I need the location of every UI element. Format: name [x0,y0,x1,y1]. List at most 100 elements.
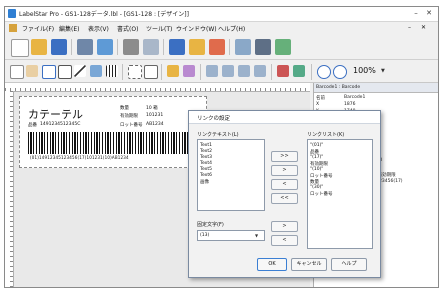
database-icon[interactable] [77,39,93,55]
align-top-icon[interactable] [254,65,266,77]
barcode-text[interactable]: (01)14912345123456(17)101231(10)AB1234 [30,155,129,160]
prop-name: 名前 [316,96,325,101]
minimize-button[interactable]: – [411,8,421,19]
title-bar: LabelStar Pro - GS1-128データ.lbl - [GS1-12… [5,7,438,22]
grid-icon[interactable] [128,65,142,79]
list-item[interactable]: Text4 [200,161,212,166]
align-left-icon[interactable] [206,65,218,77]
bring-front-icon[interactable] [277,65,289,77]
cancel-button[interactable]: キャンセル [291,258,327,271]
paste-icon[interactable] [209,39,225,55]
menu-file[interactable]: ファイル(F) [22,24,54,33]
fixed-text-field[interactable]: (13) ▼ [197,230,265,241]
product-name[interactable]: カテーテル [28,106,83,122]
prop-value[interactable]: Barcode1 [344,95,365,100]
list-item[interactable]: "(01)" [310,143,323,148]
list-item[interactable]: 画像 [200,179,209,185]
dialog-titlebar: リンクの設定 [189,111,380,124]
toolbar-separator [122,64,123,80]
save-icon[interactable] [51,39,67,55]
table-icon[interactable] [144,65,158,79]
menu-help[interactable]: ヘルプ(H) [218,24,245,33]
mdi-minimize-button[interactable]: – [408,24,411,31]
fixed-add-button[interactable]: > [271,221,298,232]
menu-view[interactable]: 表示(V) [88,24,109,33]
open-folder-icon[interactable] [31,39,47,55]
image-tool-icon[interactable] [90,65,102,77]
menu-tools[interactable]: ツール(T) [146,24,172,33]
zoom-dropdown-icon[interactable]: ▼ [381,68,385,74]
rectangle-tool-icon[interactable] [58,65,72,79]
link-list-label: リンクリスト(K) [307,132,345,138]
align-right-icon[interactable] [238,65,250,77]
barcode-tool-icon[interactable] [106,65,118,77]
app-logo-icon [8,9,16,18]
app-window: LabelStar Pro - GS1-128データ.lbl - [GS1-12… [4,6,439,288]
align-center-icon[interactable] [222,65,234,77]
add-all-button[interactable]: >> [271,151,298,162]
group-icon[interactable] [167,65,179,77]
picture-icon[interactable] [275,39,291,55]
qty-value[interactable]: 10 箱 [146,105,158,111]
prop-name: X [316,102,320,107]
copy-icon[interactable] [189,39,205,55]
chevron-down-icon[interactable]: ▼ [255,233,258,238]
cut-icon[interactable] [169,39,185,55]
menu-format[interactable]: 書式(O) [117,24,138,33]
list-item[interactable]: Text3 [200,155,212,160]
toolbar-separator [229,39,230,55]
list-item[interactable]: "(30)" [310,185,323,190]
mdi-close-button[interactable]: ✕ [421,24,426,31]
list-item[interactable]: Text6 [200,173,212,178]
list-item[interactable]: Text1 [200,143,212,148]
lot-label[interactable]: ロット番号 [120,122,143,128]
list-item[interactable]: ロット番号 [310,191,333,197]
close-button[interactable]: ✕ [424,8,434,19]
link-list[interactable]: "(01)" 品番 "(17)" 有効期限 "(10)" ロット番号 数量 "(… [307,139,373,249]
new-file-icon[interactable] [11,39,29,57]
select-pointer-icon[interactable] [10,65,24,79]
text-tool-icon[interactable] [42,65,56,79]
zoom-in-icon[interactable] [317,65,331,79]
ok-button[interactable]: OK [257,258,287,271]
menu-edit[interactable]: 編集(E) [59,24,79,33]
fixed-text-label: 固定文字(F) [197,222,224,228]
expiry-value[interactable]: 101231 [146,113,163,118]
object-selector[interactable]: Barcode1 : Barcode [314,83,438,93]
link-text-list[interactable]: Text1 Text2 Text3 Text4 Text5 Text6 画像 [197,139,265,211]
expiry-label[interactable]: 有効期限 [120,113,138,119]
lot-value[interactable]: AB1234 [146,122,164,127]
horizontal-ruler [5,83,310,92]
barcode-bars[interactable] [28,132,196,154]
label-layout[interactable]: カテーテル 数量 10 箱 有効期限 101231 品番 14912345123… [19,96,207,168]
menu-window[interactable]: ウインドウ(W) [176,24,217,33]
line-tool-icon[interactable] [74,65,86,77]
image-icon[interactable] [235,39,251,55]
remove-all-button[interactable]: << [271,193,298,204]
list-item[interactable]: "(17)" [310,155,323,160]
list-item[interactable]: Text2 [200,149,212,154]
help-button[interactable]: ヘルプ [331,258,367,271]
code-label[interactable]: 品番 [28,122,37,128]
tools-icon[interactable] [255,39,271,55]
code-value[interactable]: 1491234512345C [40,122,80,127]
print-icon[interactable] [123,39,139,55]
hand-icon[interactable] [26,65,38,77]
vertical-ruler [5,91,14,287]
zoom-level[interactable]: 100% [353,66,376,75]
main-toolbar [5,35,438,60]
chart-icon[interactable] [97,39,113,55]
fixed-text-value[interactable]: (13) [200,233,209,238]
zoom-out-icon[interactable] [333,65,347,79]
list-item[interactable]: "(10)" [310,167,323,172]
remove-button[interactable]: < [271,179,298,190]
add-button[interactable]: > [271,165,298,176]
link-settings-dialog: リンクの設定 リンクテキスト(L) Text1 Text2 Text3 Text… [188,110,381,278]
ungroup-icon[interactable] [183,65,195,77]
print-preview-icon[interactable] [143,39,159,55]
fixed-remove-button[interactable]: < [271,235,298,246]
list-item[interactable]: Text5 [200,167,212,172]
qty-label[interactable]: 数量 [120,105,129,111]
send-back-icon[interactable] [293,65,305,77]
prop-value[interactable]: 1876 [344,102,355,107]
